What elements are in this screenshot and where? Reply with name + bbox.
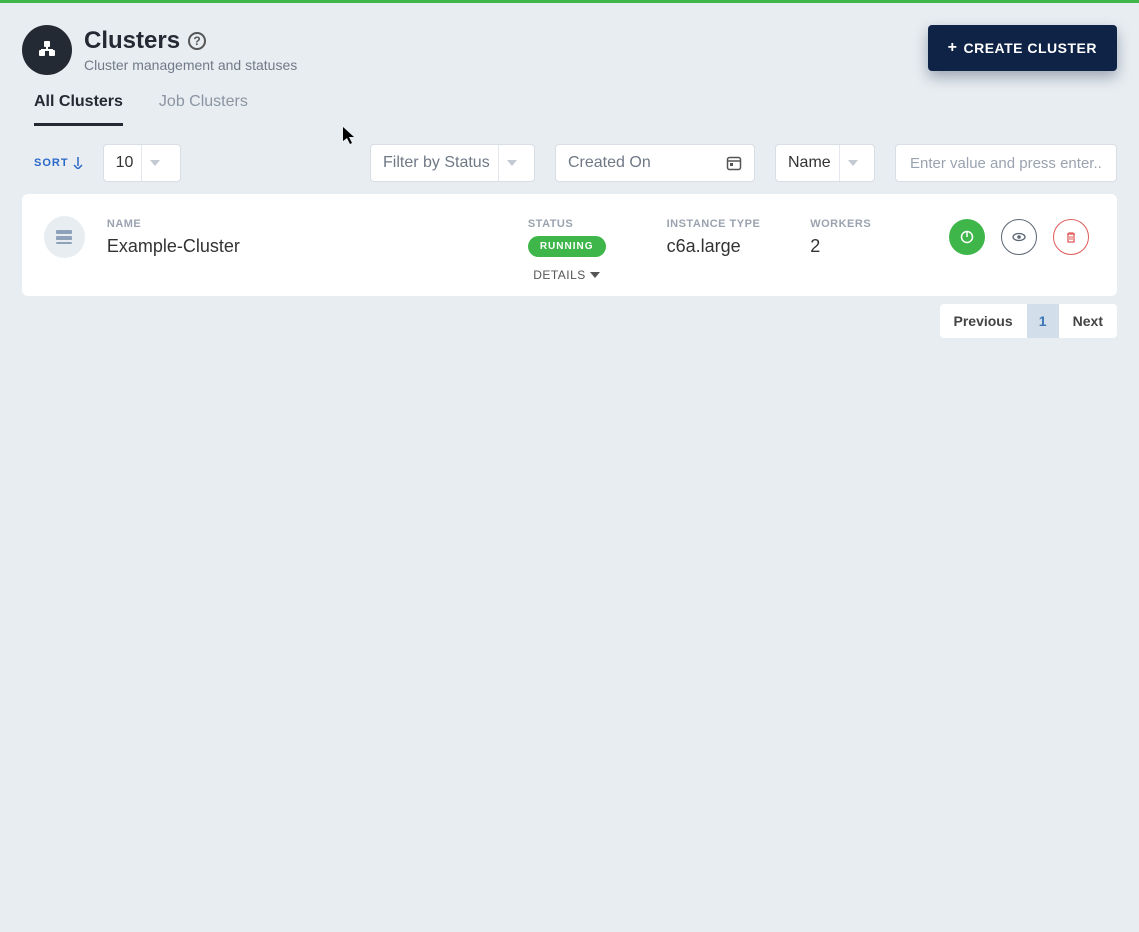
page-number-button[interactable]: 1 [1027,304,1059,338]
status-badge: RUNNING [528,236,606,257]
details-toggle[interactable]: DETAILS [44,268,1089,282]
pagination: Previous 1 Next [22,304,1117,338]
server-stack-icon [44,216,85,258]
page-header: Clusters ? Cluster management and status… [22,25,1117,75]
plus-icon: + [948,39,958,57]
cluster-row: NAME Example-Cluster STATUS RUNNING INST… [22,194,1117,296]
tabs: All Clusters Job Clusters [34,93,1117,126]
row-actions [949,219,1089,255]
view-cluster-button[interactable] [1001,219,1037,255]
page-size-select[interactable]: 10 [103,144,181,182]
cluster-instance-type: c6a.large [667,236,789,257]
col-instance-header: INSTANCE TYPE [667,218,789,230]
cluster-workers: 2 [810,236,927,257]
previous-page-button[interactable]: Previous [940,304,1027,338]
next-page-button[interactable]: Next [1059,304,1117,338]
sort-arrow-icon [73,157,83,169]
sort-button[interactable]: SORT [34,157,83,169]
page-title-text: Clusters [84,27,180,55]
tab-job-clusters[interactable]: Job Clusters [159,93,248,126]
tab-all-clusters[interactable]: All Clusters [34,93,123,126]
col-name-header: NAME [107,218,506,230]
filter-bar: SORT 10 Filter by Status Created On Name [22,144,1117,182]
cluster-name: Example-Cluster [107,236,506,257]
details-label: DETAILS [533,268,586,282]
trash-icon [1064,230,1078,244]
date-placeholder: Created On [568,154,651,172]
chevron-down-icon [150,160,160,166]
search-field-value: Name [788,154,831,172]
eye-icon [1011,229,1027,245]
col-workers-header: WORKERS [810,218,927,230]
filter-status-placeholder: Filter by Status [383,154,490,172]
created-on-date-input[interactable]: Created On [555,144,755,182]
calendar-icon [726,155,742,171]
header-left: Clusters ? Cluster management and status… [22,25,297,75]
create-cluster-button[interactable]: + CREATE CLUSTER [928,25,1117,71]
power-icon [959,229,975,245]
clusters-icon [22,25,72,75]
delete-cluster-button[interactable] [1053,219,1089,255]
page-size-value: 10 [116,154,134,172]
sort-label: SORT [34,157,69,169]
create-cluster-label: CREATE CLUSTER [963,40,1097,56]
filter-status-select[interactable]: Filter by Status [370,144,535,182]
col-status-header: STATUS [528,218,645,230]
chevron-down-icon [590,272,600,278]
search-input[interactable] [895,144,1117,182]
chevron-down-icon [848,160,858,166]
page-subtitle: Cluster management and statuses [84,57,297,73]
search-field-select[interactable]: Name [775,144,875,182]
title-block: Clusters ? Cluster management and status… [84,27,297,73]
run-cluster-button[interactable] [949,219,985,255]
page-title: Clusters ? [84,27,297,55]
help-icon[interactable]: ? [188,32,206,50]
chevron-down-icon [507,160,517,166]
